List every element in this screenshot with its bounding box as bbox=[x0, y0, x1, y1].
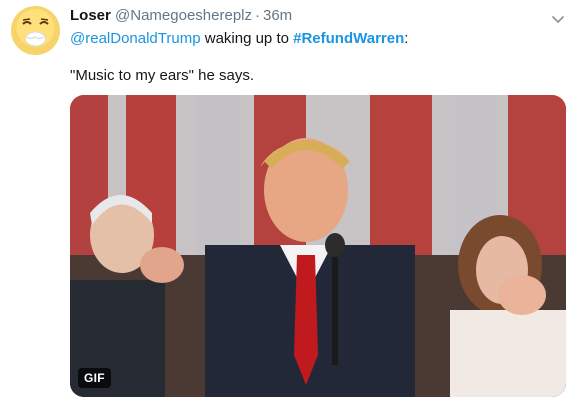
hashtag-link[interactable]: #RefundWarren bbox=[293, 30, 404, 47]
gif-media[interactable]: GIF bbox=[70, 95, 566, 397]
sneezing-emoji-icon bbox=[11, 6, 60, 55]
tweet-card[interactable]: Loser @Namegoeshereplz · 36m @realDonaldTr… bbox=[0, 0, 580, 405]
gif-still-image bbox=[70, 95, 566, 397]
tweet-text-line-1: @realDonaldTrump waking up to #RefundWar… bbox=[70, 30, 408, 47]
gif-badge: GIF bbox=[78, 368, 111, 388]
chevron-down-icon bbox=[552, 16, 564, 23]
user-handle[interactable]: @Namegoeshereplz bbox=[115, 7, 252, 24]
mention-link[interactable]: @realDonaldTrump bbox=[70, 30, 201, 47]
tweet-text-middle: waking up to bbox=[200, 30, 294, 47]
tweet-text-end: : bbox=[404, 30, 409, 47]
display-name[interactable]: Loser bbox=[70, 7, 111, 24]
avatar[interactable] bbox=[11, 6, 60, 55]
separator-dot: · bbox=[255, 7, 260, 24]
timestamp[interactable]: 36m bbox=[263, 7, 292, 24]
tweet-body: "Music to my ears" he says. bbox=[70, 67, 255, 84]
tweet-menu-button[interactable] bbox=[549, 10, 567, 28]
tweet-header: Loser @Namegoeshereplz · 36m bbox=[70, 7, 292, 24]
